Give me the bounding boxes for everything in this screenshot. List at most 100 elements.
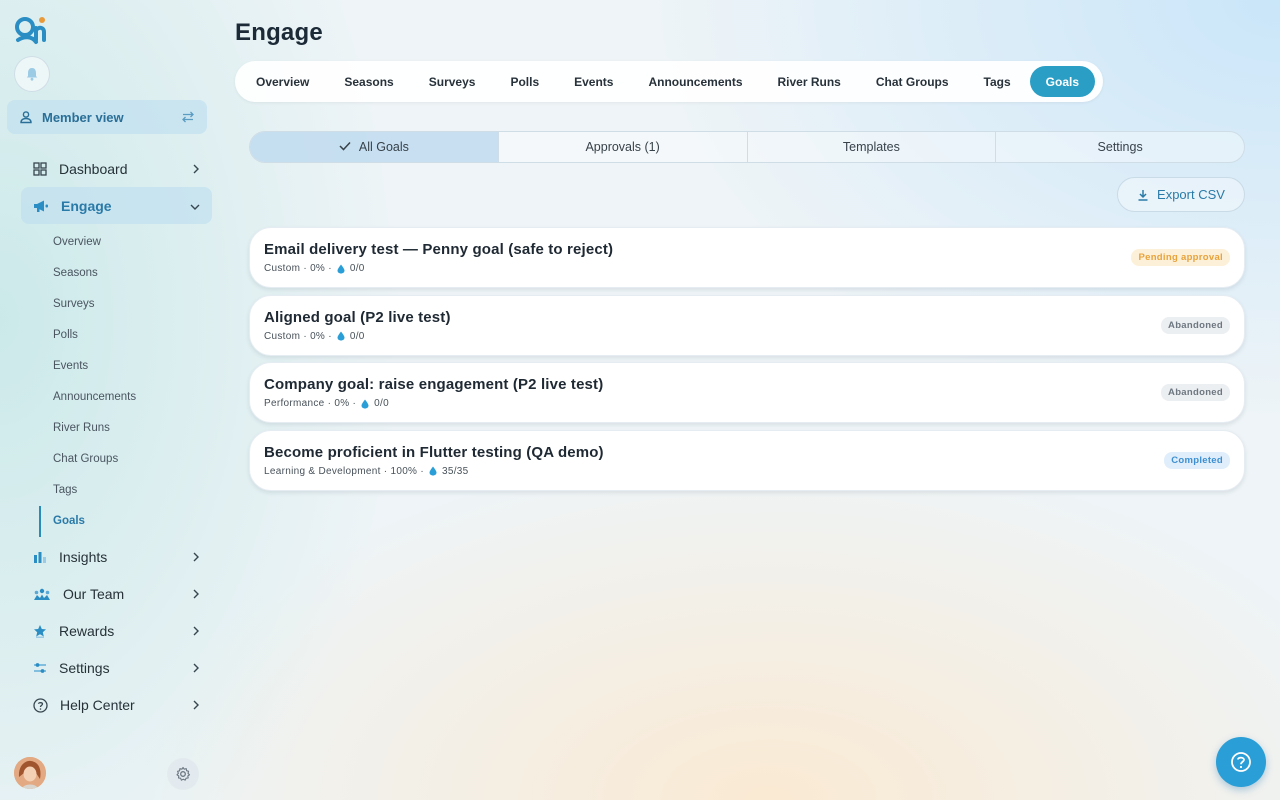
sidebar-item-dashboard[interactable]: Dashboard — [21, 150, 212, 187]
goal-percent: 0% — [310, 263, 326, 274]
sidebar-item-label: Engage — [61, 197, 112, 214]
subnav-item-seasons[interactable]: Seasons — [39, 257, 212, 288]
chevron-right-icon — [192, 623, 200, 639]
subnav-item-goals[interactable]: Goals — [39, 505, 212, 537]
sidebar: Member view Dashboard Engage Overview Se… — [0, 0, 222, 800]
export-csv-label: Export CSV — [1157, 187, 1225, 202]
user-avatar[interactable] — [14, 757, 46, 789]
star-icon — [34, 625, 46, 639]
sidebar-item-engage[interactable]: Engage — [21, 187, 212, 224]
goal-card[interactable]: Email delivery test — Penny goal (safe t… — [249, 227, 1245, 288]
page-title: Engage — [235, 19, 323, 46]
goal-progress: 0/0 — [374, 398, 389, 409]
bell-icon — [26, 68, 38, 81]
sidebar-item-settings[interactable]: Settings — [21, 650, 212, 687]
subnav-item-polls[interactable]: Polls — [39, 319, 212, 350]
droplet-icon — [337, 331, 345, 341]
goal-text: Company goal: raise engagement (P2 live … — [264, 376, 1161, 409]
sidebar-item-help-center[interactable]: Help Center — [21, 687, 212, 724]
goal-text: Become proficient in Flutter testing (QA… — [264, 444, 1164, 477]
megaphone-icon — [34, 200, 48, 212]
meta-separator: · — [324, 398, 335, 409]
app-logo[interactable] — [14, 14, 50, 46]
segment-settings[interactable]: Settings — [996, 132, 1244, 162]
subnav-item-river-runs[interactable]: River Runs — [39, 413, 212, 444]
chevron-down-icon — [190, 198, 200, 214]
tab-seasons[interactable]: Seasons — [328, 66, 409, 97]
gear-icon — [176, 766, 191, 781]
sidebar-item-label: Dashboard — [59, 160, 128, 177]
sidebar-item-label: Help Center — [60, 697, 135, 714]
help-floating-button[interactable] — [1216, 737, 1266, 787]
tab-goals[interactable]: Goals — [1029, 66, 1096, 97]
sidebar-item-label: Our Team — [63, 586, 125, 603]
goal-title: Aligned goal (P2 live test) — [264, 308, 451, 326]
meta-separator: · — [325, 263, 332, 274]
goal-progress: 0/0 — [349, 263, 365, 274]
goal-card[interactable]: Aligned goal (P2 live test) Custom · 0% … — [249, 294, 1245, 356]
sidebar-item-rewards[interactable]: Rewards — [21, 613, 212, 650]
meta-separator: · — [325, 330, 332, 342]
tab-events[interactable]: Events — [558, 66, 629, 97]
goal-percent: 100% — [390, 465, 418, 477]
goal-list: Email delivery test — Penny goal (safe t… — [249, 227, 1245, 497]
segment-all-goals[interactable]: All Goals — [250, 132, 499, 162]
tab-overview[interactable]: Overview — [240, 66, 325, 97]
segment-label: Approvals (1) — [585, 140, 660, 154]
tab-tags[interactable]: Tags — [968, 66, 1027, 97]
notifications-button[interactable] — [14, 56, 50, 92]
swap-icon — [182, 111, 194, 123]
subnav-item-events[interactable]: Events — [39, 350, 212, 381]
meta-separator: · — [380, 465, 391, 477]
subnav-item-overview[interactable]: Overview — [39, 226, 212, 257]
status-badge: Abandoned — [1161, 384, 1230, 401]
subnav-item-chat-groups[interactable]: Chat Groups — [39, 444, 212, 475]
meta-separator: · — [417, 465, 424, 477]
chevron-right-icon — [192, 549, 200, 565]
goal-category: Custom — [264, 330, 301, 342]
tab-announcements[interactable]: Announcements — [632, 66, 758, 97]
user-icon — [20, 111, 32, 124]
help-icon — [33, 698, 48, 713]
sidebar-item-label: Settings — [59, 660, 110, 677]
export-csv-button[interactable]: Export CSV — [1117, 177, 1245, 212]
sidebar-settings-button[interactable] — [167, 758, 199, 790]
goal-category: Performance — [264, 398, 325, 409]
subnav-item-surveys[interactable]: Surveys — [39, 288, 212, 319]
segment-templates[interactable]: Templates — [748, 132, 997, 162]
goal-meta: Custom · 0% · 0/0 — [264, 263, 1131, 274]
subnav-item-tags[interactable]: Tags — [39, 475, 212, 506]
goal-percent: 0% — [334, 398, 350, 409]
meta-separator: · — [300, 330, 311, 342]
droplet-icon — [429, 466, 437, 476]
chevron-right-icon — [192, 586, 200, 602]
goal-text: Email delivery test — Penny goal (safe t… — [264, 241, 1131, 274]
goal-title: Become proficient in Flutter testing (QA… — [264, 443, 604, 461]
goal-card[interactable]: Company goal: raise engagement (P2 live … — [249, 362, 1245, 423]
goal-progress: 0/0 — [349, 330, 365, 342]
member-view-toggle[interactable]: Member view — [7, 100, 207, 134]
segment-label: Settings — [1097, 140, 1143, 154]
goal-category: Learning & Development — [264, 465, 381, 477]
subnav-item-announcements[interactable]: Announcements — [39, 381, 212, 412]
segment-label: Templates — [842, 140, 900, 154]
goal-progress: 35/35 — [441, 465, 469, 477]
segment-approvals[interactable]: Approvals (1) — [499, 132, 748, 162]
tab-surveys[interactable]: Surveys — [413, 66, 492, 97]
meta-separator: · — [300, 263, 311, 274]
engage-subnav: Overview Seasons Surveys Polls Events An… — [39, 226, 212, 537]
sidebar-item-our-team[interactable]: Our Team — [21, 576, 212, 613]
status-badge: Completed — [1164, 451, 1230, 469]
goal-text: Aligned goal (P2 live test) Custom · 0% … — [264, 309, 1161, 342]
engage-tabbar: Overview Seasons Surveys Polls Events An… — [235, 61, 1104, 102]
sliders-icon — [34, 663, 46, 674]
segment-label: All Goals — [358, 140, 409, 154]
goal-card[interactable]: Become proficient in Flutter testing (QA… — [249, 429, 1245, 491]
tab-polls[interactable]: Polls — [494, 66, 555, 97]
tab-chat-groups[interactable]: Chat Groups — [860, 66, 965, 97]
goal-meta: Performance · 0% · 0/0 — [264, 398, 1161, 409]
sidebar-item-insights[interactable]: Insights — [21, 539, 212, 576]
tab-river-runs[interactable]: River Runs — [762, 66, 857, 97]
status-badge: Pending approval — [1131, 249, 1230, 266]
sidebar-nav: Dashboard Engage Overview Seasons Survey… — [21, 150, 212, 724]
